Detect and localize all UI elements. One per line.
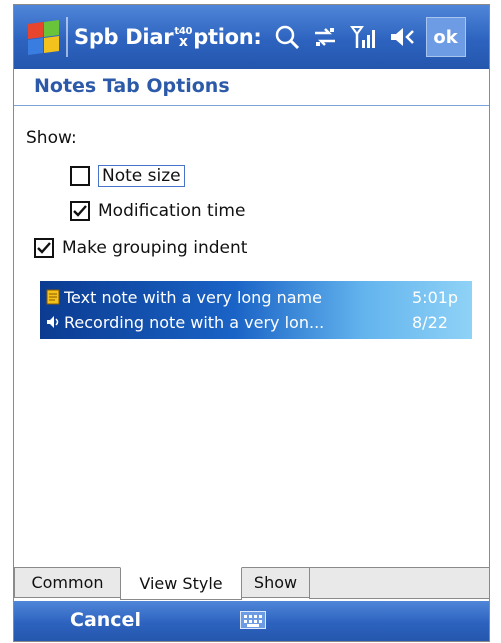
list-item: Recording note with a very lon... 8/22 (46, 310, 448, 334)
connectivity-icon[interactable] (310, 22, 340, 52)
page-header: Notes Tab Options (14, 69, 489, 106)
recording-note-icon (47, 316, 59, 328)
text-note-icon (46, 289, 60, 305)
tab-show[interactable]: Show (241, 568, 310, 598)
app-window: Spb Diar t40 x ption: ok Notes Tab Optio… (13, 4, 490, 642)
ok-button[interactable]: ok (425, 17, 466, 57)
modification-time-label: Modification time (98, 201, 246, 221)
list-item: Text note with a very long name 5:01p (46, 285, 458, 309)
tab-strip: Common View Style Show (14, 567, 489, 602)
window-title: Spb Diar t40 x ption: (74, 25, 262, 49)
start-menu-icon[interactable] (22, 17, 62, 57)
title-separator (66, 17, 68, 57)
preview-list: Text note with a very long name 5:01p Re… (40, 281, 472, 339)
note-size-option[interactable]: Note size (70, 165, 185, 187)
tab-view-style[interactable]: View Style (120, 567, 242, 600)
checkmark-icon (37, 242, 51, 254)
menu-bar: Cancel (14, 601, 489, 641)
modification-time-checkbox[interactable] (70, 201, 90, 221)
title-glyph: t40 x (174, 27, 192, 50)
search-icon[interactable] (272, 22, 302, 52)
list-item-time: 5:01p (412, 287, 459, 307)
modification-time-option[interactable]: Modification time (70, 201, 245, 221)
grouping-indent-label: Make grouping indent (62, 238, 248, 258)
keyboard-icon[interactable] (240, 611, 266, 629)
grouping-indent-checkbox[interactable] (34, 238, 54, 258)
volume-icon[interactable] (386, 22, 416, 52)
show-label: Show: (26, 128, 77, 148)
note-size-checkbox[interactable] (70, 166, 90, 186)
title-glyph-bottom: x (178, 34, 188, 50)
list-item-text: Recording note with a very lon... (64, 312, 325, 332)
list-item-text: Text note with a very long name (64, 287, 322, 307)
note-size-label: Note size (98, 165, 185, 187)
checkmark-icon (73, 205, 87, 217)
signal-icon[interactable] (348, 22, 378, 52)
title-right: ption: (193, 25, 262, 49)
tab-common[interactable]: Common (14, 568, 121, 598)
cancel-button[interactable]: Cancel (70, 609, 141, 631)
title-bar: Spb Diar t40 x ption: ok (14, 5, 489, 69)
grouping-indent-option[interactable]: Make grouping indent (34, 238, 247, 258)
tab-strip-filler (309, 568, 489, 599)
title-left: Spb Diar (74, 25, 174, 49)
list-item-time: 8/22 (412, 312, 448, 332)
page-title: Notes Tab Options (34, 75, 230, 97)
